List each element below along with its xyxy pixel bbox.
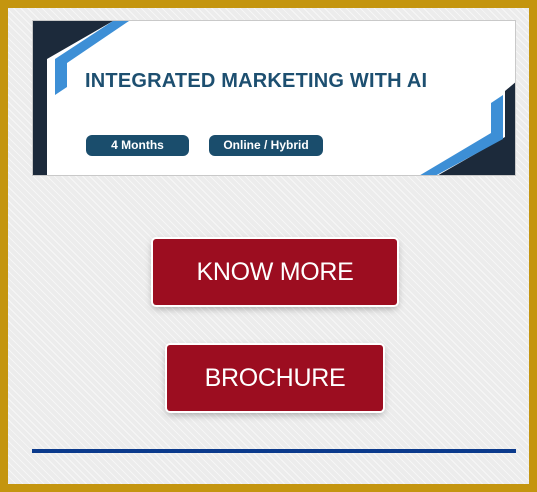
know-more-button[interactable]: KNOW MORE <box>153 239 397 305</box>
delivery-mode-tag: Online / Hybrid <box>209 135 323 156</box>
brochure-button[interactable]: BROCHURE <box>167 345 383 411</box>
duration-tag: 4 Months <box>86 135 189 156</box>
course-title: INTEGRATED MARKETING WITH AI <box>85 70 428 92</box>
course-card: INTEGRATED MARKETING WITH AI 4 Months On… <box>0 0 537 492</box>
section-divider <box>32 449 516 453</box>
course-banner: INTEGRATED MARKETING WITH AI 4 Months On… <box>32 20 516 176</box>
